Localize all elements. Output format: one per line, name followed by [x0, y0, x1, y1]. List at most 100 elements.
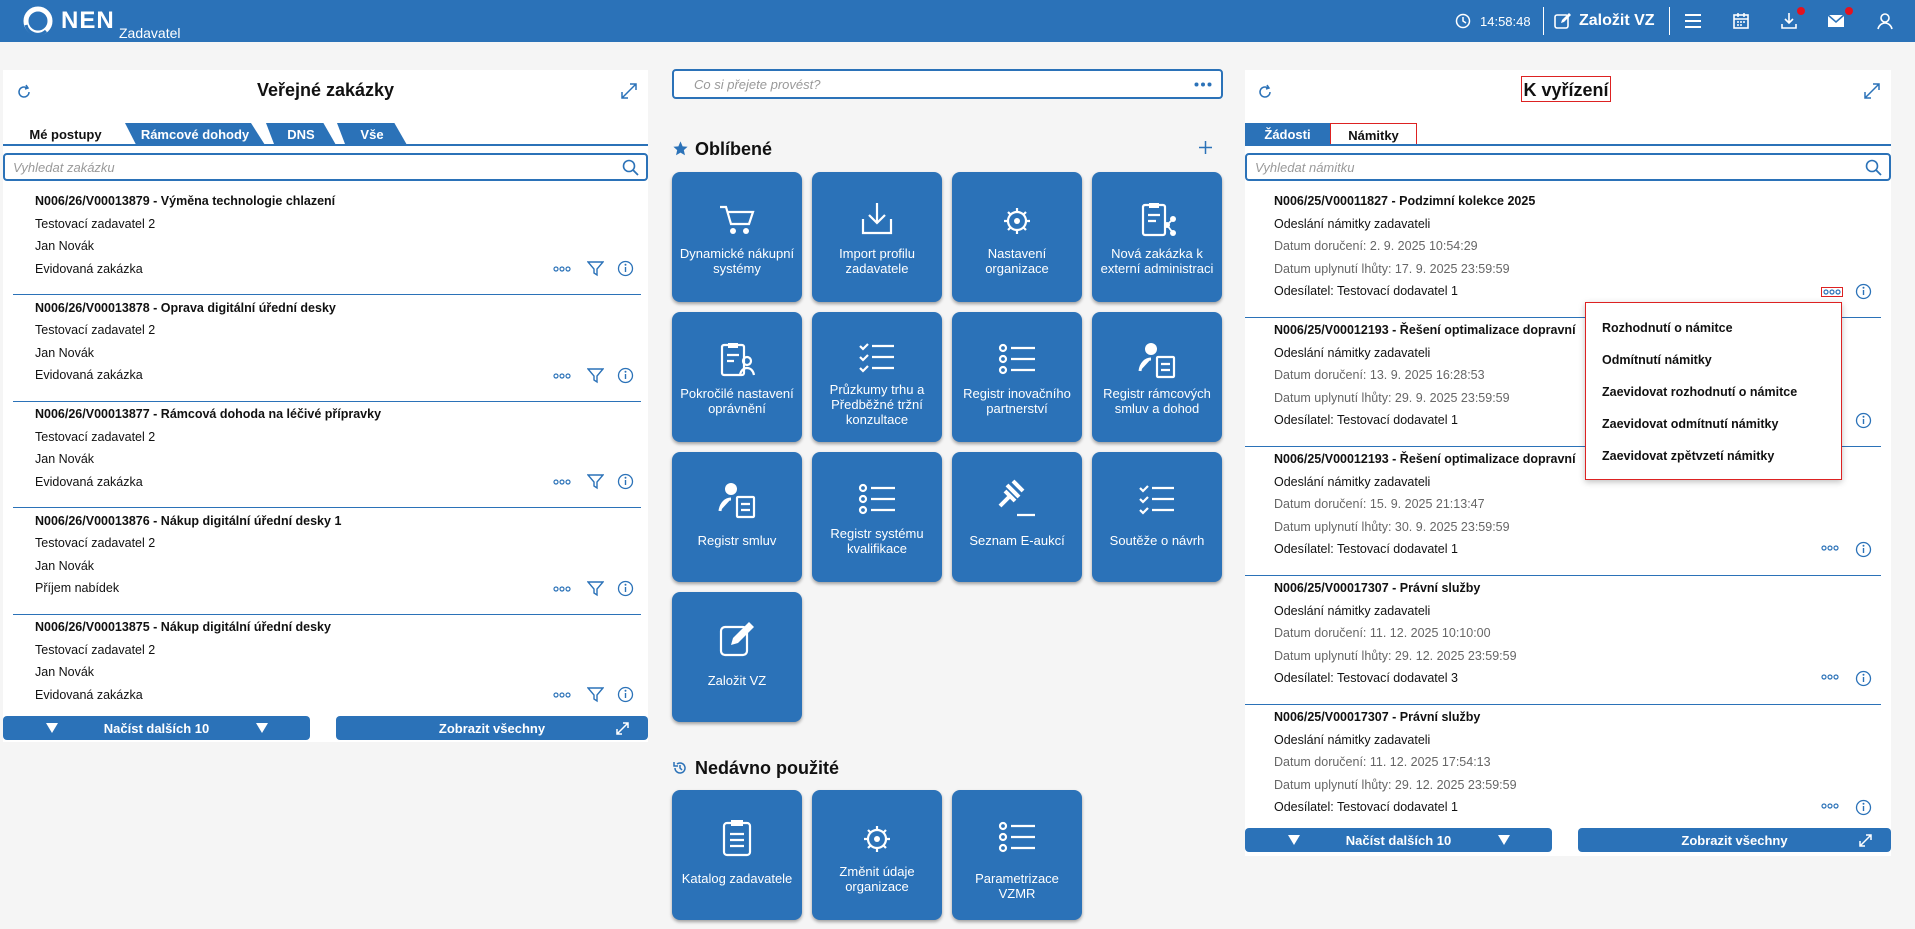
objection-title[interactable]: N006/25/V00011827 - Podzimní kolekce 202…: [1274, 194, 1535, 208]
tile-import-profilu-zadavatele[interactable]: Import profilu zadavatele: [812, 172, 942, 302]
mail-icon[interactable]: [1826, 11, 1846, 31]
tender-list-item[interactable]: N006/26/V00013876 - Nákup digitální úřed…: [13, 509, 641, 615]
objection-search[interactable]: [1245, 153, 1891, 181]
calendar-icon[interactable]: [1732, 11, 1750, 31]
tab-framework-agreements[interactable]: Rámcové dohody: [125, 123, 265, 145]
tile-nastaven-organizace[interactable]: Nastavení organizace: [952, 172, 1082, 302]
tender-title[interactable]: N006/26/V00013876 - Nákup digitální úřed…: [35, 514, 341, 528]
menu-item-record-rejection[interactable]: Zaevidovat odmítnutí námitky: [1602, 417, 1778, 431]
menu-item-record-decision[interactable]: Zaevidovat rozhodnutí o námitce: [1602, 385, 1797, 399]
tile-registr-smluv[interactable]: Registr smluv: [672, 452, 802, 582]
tile-pr-zkumy-trhu-a-p-edb-n-tr-n-konzultace[interactable]: Průzkumy trhu a Předběžné tržní konzulta…: [812, 312, 942, 442]
more-icon[interactable]: [1821, 674, 1839, 680]
tile-dynamick-n-kupn-syst-my[interactable]: Dynamické nákupní systémy: [672, 172, 802, 302]
download-icon[interactable]: [1779, 11, 1799, 31]
more-icon[interactable]: [553, 479, 571, 485]
tender-list-item[interactable]: N006/26/V00013877 - Rámcová dohoda na lé…: [13, 402, 641, 508]
show-all-button[interactable]: Zobrazit všechny: [1578, 828, 1891, 852]
tab-objections[interactable]: Námitky: [1330, 123, 1417, 145]
tile-nov-zak-zka-k-extern-administraci[interactable]: Nová zakázka k externí administraci: [1092, 172, 1222, 302]
filter-icon[interactable]: [587, 260, 604, 277]
objection-list-item[interactable]: N006/25/V00017307 - Právní služby Odeslán…: [1245, 576, 1881, 705]
load-more-button[interactable]: Načíst dalších 10: [1245, 828, 1552, 852]
filter-icon[interactable]: [587, 473, 604, 490]
info-icon[interactable]: [1855, 283, 1872, 300]
info-icon[interactable]: [617, 686, 634, 703]
tab-requests[interactable]: Žádosti: [1245, 123, 1330, 145]
more-icon[interactable]: [553, 266, 571, 272]
tile-pokro-il-nastaven-opr-vn-n-[interactable]: Pokročilé nastavení oprávnění: [672, 312, 802, 442]
more-icon[interactable]: [553, 585, 571, 592]
tender-title[interactable]: N006/26/V00013878 - Oprava digitální úře…: [35, 301, 336, 315]
objection-title[interactable]: N006/25/V00012193 - Řešení optimalizace …: [1274, 452, 1576, 466]
tile-parametrizace-vzmr[interactable]: Parametrizace VZMR: [952, 790, 1082, 920]
filter-icon[interactable]: [587, 367, 604, 384]
objection-list-item[interactable]: N006/25/V00017307 - Právní služby Odeslán…: [1245, 705, 1881, 823]
command-input[interactable]: [694, 77, 1174, 92]
tab-my-procedures[interactable]: Mé postupy: [8, 123, 123, 145]
expand-icon[interactable]: [1863, 82, 1881, 100]
nen-logo-icon[interactable]: [22, 5, 54, 37]
more-icon[interactable]: [1821, 803, 1839, 809]
load-more-button[interactable]: Načíst dalších 10: [3, 716, 310, 740]
more-icon[interactable]: [553, 372, 571, 379]
objection-list-item[interactable]: N006/25/V00011827 - Podzimní kolekce 202…: [1245, 189, 1881, 318]
search-icon[interactable]: [622, 159, 639, 176]
objection-delivered: Datum doručení: 2. 9. 2025 10:54:29: [1274, 239, 1478, 253]
tile-seznam-e-aukc-[interactable]: Seznam E-aukcí: [952, 452, 1082, 582]
tile-zalo-it-vz[interactable]: Založit VZ: [672, 592, 802, 722]
info-icon[interactable]: [1855, 541, 1872, 558]
tab-dns[interactable]: DNS: [266, 123, 336, 145]
info-icon[interactable]: [1855, 799, 1872, 816]
tile-registr-inova-n-ho-partnerstv-[interactable]: Registr inovačního partnerství: [952, 312, 1082, 442]
objection-title[interactable]: N006/25/V00017307 - Právní služby: [1274, 710, 1480, 724]
tender-actions: [553, 580, 643, 598]
info-icon[interactable]: [617, 473, 634, 490]
info-icon[interactable]: [1855, 412, 1872, 429]
info-icon[interactable]: [617, 367, 634, 384]
tile-registr-syst-mu-kvalifikace[interactable]: Registr systému kvalifikace: [812, 452, 942, 582]
search-icon[interactable]: [1865, 159, 1882, 176]
objection-title[interactable]: N006/25/V00012193 - Řešení optimalizace …: [1274, 323, 1576, 337]
tender-list-item[interactable]: N006/26/V00013878 - Oprava digitální úře…: [13, 296, 641, 402]
more-icon[interactable]: [1823, 289, 1841, 295]
info-icon[interactable]: [1855, 670, 1872, 687]
refresh-icon[interactable]: [1257, 84, 1273, 100]
expand-icon[interactable]: [620, 82, 638, 100]
tender-title[interactable]: N006/26/V00013877 - Rámcová dohoda na lé…: [35, 407, 381, 421]
tender-title[interactable]: N006/26/V00013875 - Nákup digitální úřed…: [35, 620, 331, 634]
tender-title[interactable]: N006/26/V00013879 - Výměna technologie c…: [35, 194, 335, 208]
tender-search-input[interactable]: [13, 160, 558, 175]
brand-name[interactable]: NEN: [61, 7, 115, 35]
menu-item-decision[interactable]: Rozhodnutí o námitce: [1602, 321, 1733, 335]
user-icon[interactable]: [1875, 11, 1895, 31]
info-icon[interactable]: [617, 260, 634, 277]
tile-registr-r-mcov-ch-smluv-a-dohod[interactable]: Registr rámcových smluv a dohod: [1092, 312, 1222, 442]
more-icon[interactable]: [1194, 82, 1212, 87]
objection-search-input[interactable]: [1255, 160, 1801, 175]
tile-zm-nit-daje-organizace[interactable]: Změnit údaje organizace: [812, 790, 942, 920]
filter-icon[interactable]: [587, 686, 604, 703]
show-all-button[interactable]: Zobrazit všechny: [336, 716, 648, 740]
menu-item-record-withdrawal[interactable]: Zaevidovat zpětvzetí námitky: [1602, 449, 1774, 463]
expand-icon: [616, 722, 629, 735]
more-icon[interactable]: [553, 692, 571, 698]
tile-katalog-zadavatele[interactable]: Katalog zadavatele: [672, 790, 802, 920]
tender-list-item[interactable]: N006/26/V00013875 - Nákup digitální úřed…: [13, 615, 641, 711]
menu-item-rejection[interactable]: Odmítnutí námitky: [1602, 353, 1712, 367]
filter-icon[interactable]: [587, 580, 604, 597]
info-icon[interactable]: [617, 580, 634, 597]
panel-title: K vyřízení: [1521, 76, 1611, 102]
command-bar[interactable]: [672, 69, 1223, 99]
add-icon[interactable]: [1198, 140, 1213, 155]
menu-icon[interactable]: [1684, 11, 1702, 31]
more-icon[interactable]: [1821, 545, 1839, 551]
tender-search[interactable]: [3, 153, 648, 181]
create-tender-button[interactable]: Založit VZ: [1579, 12, 1655, 30]
objection-title[interactable]: N006/25/V00017307 - Právní služby: [1274, 581, 1480, 595]
edit-icon[interactable]: [1553, 11, 1573, 31]
tile-sout-e-o-n-vrh[interactable]: Soutěže o návrh: [1092, 452, 1222, 582]
tab-all[interactable]: Vše: [337, 123, 407, 145]
tender-actions: [553, 367, 643, 385]
tender-list-item[interactable]: N006/26/V00013879 - Výměna technologie c…: [13, 189, 641, 295]
